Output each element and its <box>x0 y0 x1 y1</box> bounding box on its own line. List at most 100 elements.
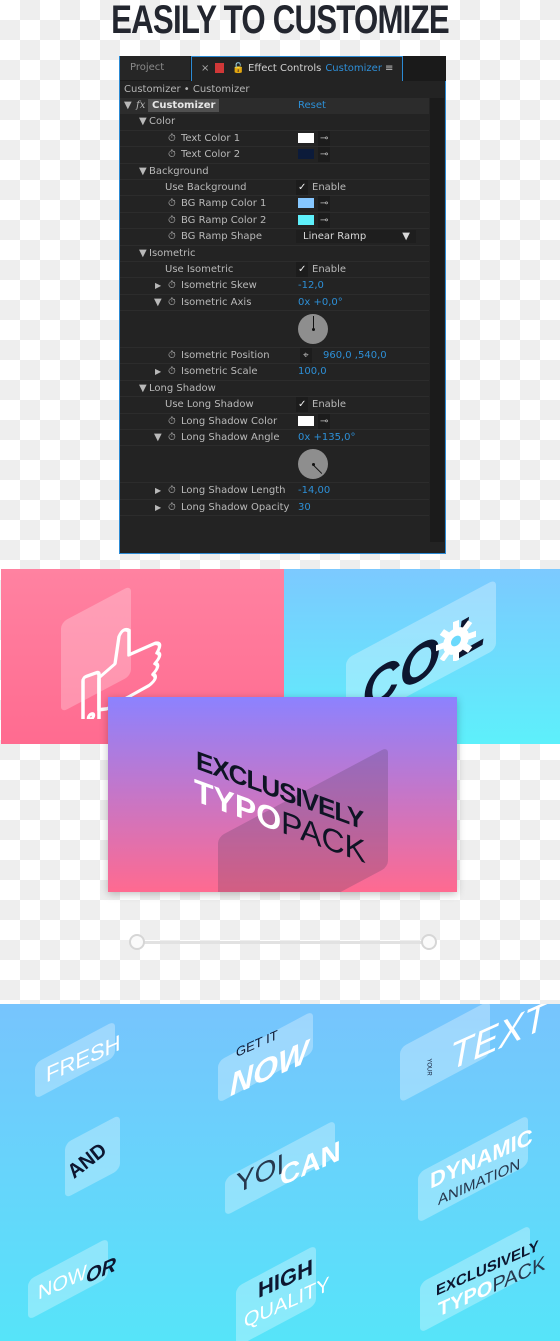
property-isometric-axis: ▼ ⏱ Isometric Axis 0x +0,0° <box>120 295 429 312</box>
length-value[interactable]: -14,00 <box>298 483 330 498</box>
axis-value[interactable]: 0x +0,0° <box>298 295 343 310</box>
sample-your: YOUR <box>425 1058 432 1076</box>
color-swatch[interactable] <box>298 214 314 225</box>
color-swatch[interactable] <box>298 132 314 143</box>
composition-name: Customizer <box>325 63 382 74</box>
expand-icon[interactable]: ▶ <box>155 278 161 293</box>
property-isometric-position: ⏱ Isometric Position ⌖ 960,0 ,540,0 <box>120 348 429 365</box>
enable-checkbox[interactable]: ✓ <box>296 179 309 195</box>
group-color[interactable]: ▼ Color <box>120 114 429 131</box>
angle-dial[interactable] <box>298 314 328 345</box>
eyedropper-icon[interactable]: ⊸ <box>318 196 331 212</box>
collapse-icon[interactable]: ▼ <box>154 295 162 310</box>
stopwatch-icon[interactable]: ⏱ <box>168 348 176 363</box>
collapse-icon[interactable]: ▼ <box>139 246 147 261</box>
skew-value[interactable]: -12,0 <box>298 278 324 293</box>
fx-icon[interactable]: fx <box>136 98 145 113</box>
property-label: Long Shadow Color <box>181 415 278 427</box>
group-label: Isometric <box>149 247 196 259</box>
group-label: Background <box>149 165 209 177</box>
target-icon[interactable]: ⌖ <box>300 348 312 364</box>
collapse-icon[interactable]: ▼ <box>139 114 147 129</box>
property-isometric-skew: ▶ ⏱ Isometric Skew -12,0 <box>120 278 429 295</box>
property-isometric-scale: ▶ ⏱ Isometric Scale 100,0 <box>120 364 429 381</box>
ramp-shape-dropdown[interactable]: Linear Ramp ▼ <box>296 230 416 244</box>
stopwatch-icon[interactable]: ⏱ <box>168 295 176 310</box>
group-long-shadow[interactable]: ▼ Long Shadow <box>120 381 429 398</box>
headline: EASILY TO CUSTOMIZE <box>111 0 449 42</box>
eyedropper-icon[interactable]: ⊸ <box>318 413 331 429</box>
color-swatch[interactable] <box>298 149 314 160</box>
scale-value[interactable]: 100,0 <box>298 364 327 379</box>
angle-value[interactable]: 0x +135,0° <box>298 430 355 445</box>
position-value[interactable]: 960,0 ,540,0 <box>323 348 387 363</box>
checkbox-label: Enable <box>312 399 347 411</box>
panel-menu-icon[interactable]: ≡ <box>385 57 393 80</box>
group-isometric[interactable]: ▼ Isometric <box>120 246 429 262</box>
collapse-icon[interactable]: ▼ <box>139 164 147 179</box>
property-label: Use Isometric <box>165 263 234 275</box>
checkbox-label: Enable <box>312 263 347 275</box>
color-swatch[interactable] <box>298 415 314 426</box>
chevron-down-icon: ▼ <box>402 231 410 243</box>
property-long-shadow-color: ⏱ Long Shadow Color ⊸ <box>120 413 429 431</box>
dropdown-value: Linear Ramp <box>303 231 367 243</box>
stopwatch-icon[interactable]: ⏱ <box>168 229 176 244</box>
property-label: Text Color 2 <box>181 149 241 161</box>
collapse-icon[interactable]: ▼ <box>124 98 132 113</box>
stopwatch-icon[interactable]: ⏱ <box>168 278 176 293</box>
color-swatch[interactable] <box>298 198 314 209</box>
angle-dial[interactable] <box>298 449 328 480</box>
stopwatch-icon[interactable]: ⏱ <box>168 131 176 146</box>
property-use-long-shadow: Use Long Shadow ✓ Enable <box>120 397 429 414</box>
collapse-icon[interactable]: ▼ <box>139 381 147 396</box>
slider-track[interactable] <box>135 941 429 944</box>
scrollbar[interactable] <box>430 98 444 542</box>
property-bg-ramp-color-2: ⏱ BG Ramp Color 2 ⊸ <box>120 212 429 230</box>
eyedropper-icon[interactable]: ⊸ <box>318 212 331 228</box>
expand-icon[interactable]: ▶ <box>155 483 161 498</box>
effect-header-row[interactable]: ▼ fx Customizer Reset <box>120 98 429 115</box>
property-list: ▼ fx Customizer Reset ▼ Color ⏱ Text Col… <box>120 98 429 517</box>
property-bg-ramp-color-1: ⏱ BG Ramp Color 1 ⊸ <box>120 196 429 213</box>
stopwatch-icon[interactable]: ⏱ <box>168 196 176 211</box>
lock-icon[interactable]: 🔓 <box>232 57 244 80</box>
effect-name: Customizer <box>148 99 220 112</box>
property-long-shadow-length: ▶ ⏱ Long Shadow Length -14,00 <box>120 483 429 500</box>
enable-checkbox[interactable]: ✓ <box>296 397 309 413</box>
stopwatch-icon[interactable]: ⏱ <box>168 414 176 429</box>
property-label: Isometric Axis <box>181 296 252 308</box>
eyedropper-icon[interactable]: ⊸ <box>318 130 331 146</box>
stopwatch-icon[interactable]: ⏱ <box>168 364 176 379</box>
expand-icon[interactable]: ▶ <box>155 364 161 379</box>
property-text-color-1: ⏱ Text Color 1 ⊸ <box>120 130 429 148</box>
stopwatch-icon[interactable]: ⏱ <box>168 147 176 162</box>
eyedropper-icon[interactable]: ⊸ <box>318 147 331 163</box>
property-use-background: Use Background ✓ Enable <box>120 179 429 197</box>
stopwatch-icon[interactable]: ⏱ <box>168 213 176 228</box>
breadcrumb: Customizer • Customizer <box>124 84 250 95</box>
group-background[interactable]: ▼ Background <box>120 164 429 180</box>
tab-bar: Project × 🔓 Effect Controls Customizer ≡ <box>120 56 446 81</box>
close-icon[interactable]: × <box>201 57 209 80</box>
collapse-icon[interactable]: ▼ <box>154 430 162 445</box>
opacity-value[interactable]: 30 <box>298 500 311 515</box>
expand-icon[interactable]: ▶ <box>155 500 161 515</box>
property-label: BG Ramp Shape <box>181 231 263 243</box>
enable-checkbox[interactable]: ✓ <box>296 261 309 277</box>
stopwatch-icon[interactable]: ⏱ <box>168 500 176 515</box>
property-label: Long Shadow Angle <box>181 432 280 444</box>
property-use-isometric: Use Isometric ✓ Enable <box>120 261 429 279</box>
property-label: Text Color 1 <box>181 132 241 144</box>
slider-handle-end[interactable] <box>421 934 437 950</box>
tab-effect-controls[interactable]: × 🔓 Effect Controls Customizer ≡ <box>191 56 403 81</box>
slider-handle-start[interactable] <box>129 934 145 950</box>
property-label: Isometric Skew <box>181 280 257 292</box>
stopwatch-icon[interactable]: ⏱ <box>168 430 176 445</box>
stopwatch-icon[interactable]: ⏱ <box>168 483 176 498</box>
reset-button[interactable]: Reset <box>298 98 326 113</box>
tab-project[interactable]: Project <box>120 56 190 80</box>
property-label: Use Background <box>165 181 247 193</box>
property-bg-ramp-shape: ⏱ BG Ramp Shape Linear Ramp ▼ <box>120 229 429 246</box>
property-label: Long Shadow Length <box>181 485 286 497</box>
